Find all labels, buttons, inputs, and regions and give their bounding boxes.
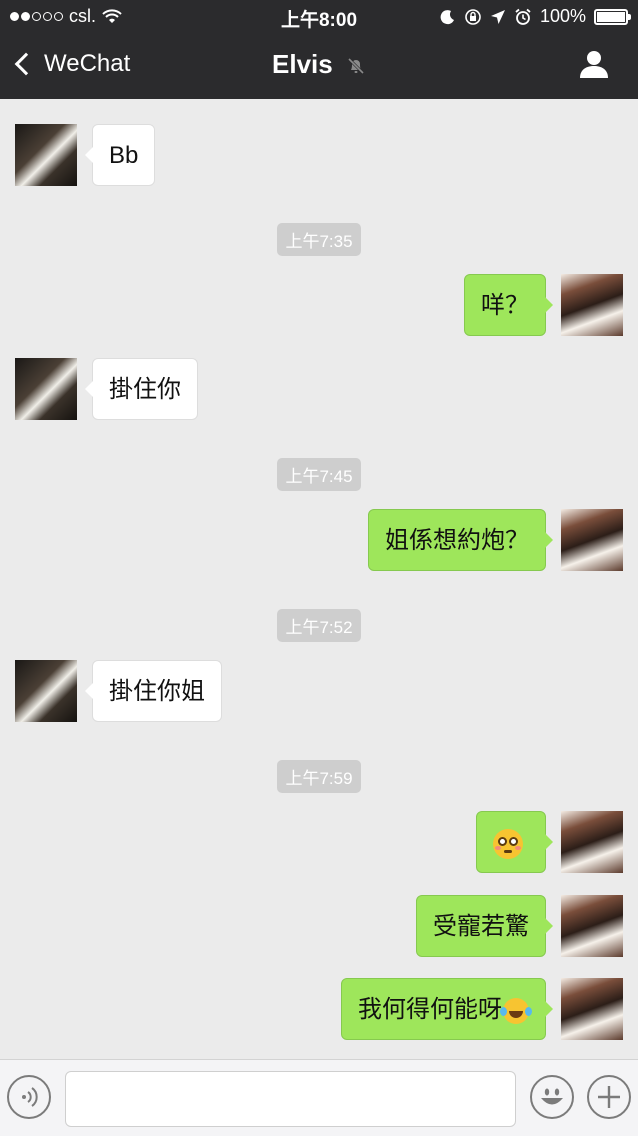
outgoing-message[interactable]: 受寵若驚 bbox=[416, 895, 553, 957]
chat-area[interactable]: Bb 上午7:35 咩？ 掛住你 上午7:45 姐係想約炮？ 上午7:52 掛住… bbox=[0, 99, 638, 1059]
timestamp-label: 上午7:45 bbox=[277, 458, 361, 491]
outgoing-message[interactable]: 我何得何能呀 bbox=[341, 978, 553, 1040]
timestamp-label: 上午7:59 bbox=[277, 760, 361, 793]
incoming-message[interactable]: 掛住你姐 bbox=[85, 660, 222, 722]
more-button[interactable] bbox=[587, 1075, 631, 1119]
face-with-tears-of-joy-icon bbox=[500, 997, 532, 1024]
flushed-face-icon bbox=[493, 828, 523, 859]
rotation-lock-icon bbox=[465, 8, 481, 25]
my-avatar[interactable] bbox=[561, 978, 623, 1040]
incoming-message[interactable]: 掛住你 bbox=[85, 358, 198, 420]
my-avatar[interactable] bbox=[561, 274, 623, 336]
my-avatar[interactable] bbox=[561, 509, 623, 571]
message-input[interactable] bbox=[65, 1071, 516, 1127]
timestamp: 上午7:52 bbox=[0, 609, 638, 642]
sticker-button[interactable] bbox=[530, 1075, 574, 1119]
voice-icon bbox=[22, 1087, 38, 1107]
timestamp-label: 上午7:35 bbox=[277, 223, 361, 256]
incoming-message[interactable]: Bb bbox=[84, 124, 156, 186]
voice-button[interactable] bbox=[7, 1075, 51, 1119]
my-avatar[interactable] bbox=[561, 895, 623, 957]
status-bar: csl. 上午8:00 100% bbox=[0, 0, 638, 34]
my-avatar[interactable] bbox=[561, 811, 623, 873]
outgoing-message[interactable]: 姐係想約炮？ bbox=[368, 509, 553, 571]
moon-icon bbox=[440, 9, 454, 24]
input-bar bbox=[0, 1059, 638, 1136]
nav-bar: WeChat Elvis bbox=[0, 34, 638, 99]
timestamp: 上午7:45 bbox=[0, 458, 638, 491]
smile-icon bbox=[541, 1088, 563, 1105]
outgoing-message[interactable]: 咩？ bbox=[464, 274, 553, 336]
location-arrow-icon bbox=[490, 9, 505, 24]
top-bar: csl. 上午8:00 100% WeChat Elvis bbox=[0, 0, 638, 99]
contact-avatar[interactable] bbox=[15, 124, 77, 186]
contact-info-button[interactable] bbox=[578, 48, 610, 80]
battery-percent: 100% bbox=[539, 6, 586, 26]
outgoing-message[interactable] bbox=[476, 811, 553, 873]
alarm-icon bbox=[515, 8, 531, 25]
contact-avatar[interactable] bbox=[15, 358, 77, 420]
battery-icon bbox=[594, 8, 631, 25]
chat-title: Elvis bbox=[0, 49, 638, 80]
timestamp: 上午7:59 bbox=[0, 760, 638, 793]
timestamp: 上午7:35 bbox=[0, 223, 638, 256]
message-text: 我何得何能呀 bbox=[358, 996, 502, 1023]
plus-icon bbox=[598, 1086, 620, 1108]
bell-slash-icon bbox=[347, 58, 365, 75]
status-right: 100% bbox=[440, 6, 631, 27]
contact-name: Elvis bbox=[272, 49, 333, 79]
contact-avatar[interactable] bbox=[15, 660, 77, 722]
timestamp-label: 上午7:52 bbox=[277, 609, 361, 642]
